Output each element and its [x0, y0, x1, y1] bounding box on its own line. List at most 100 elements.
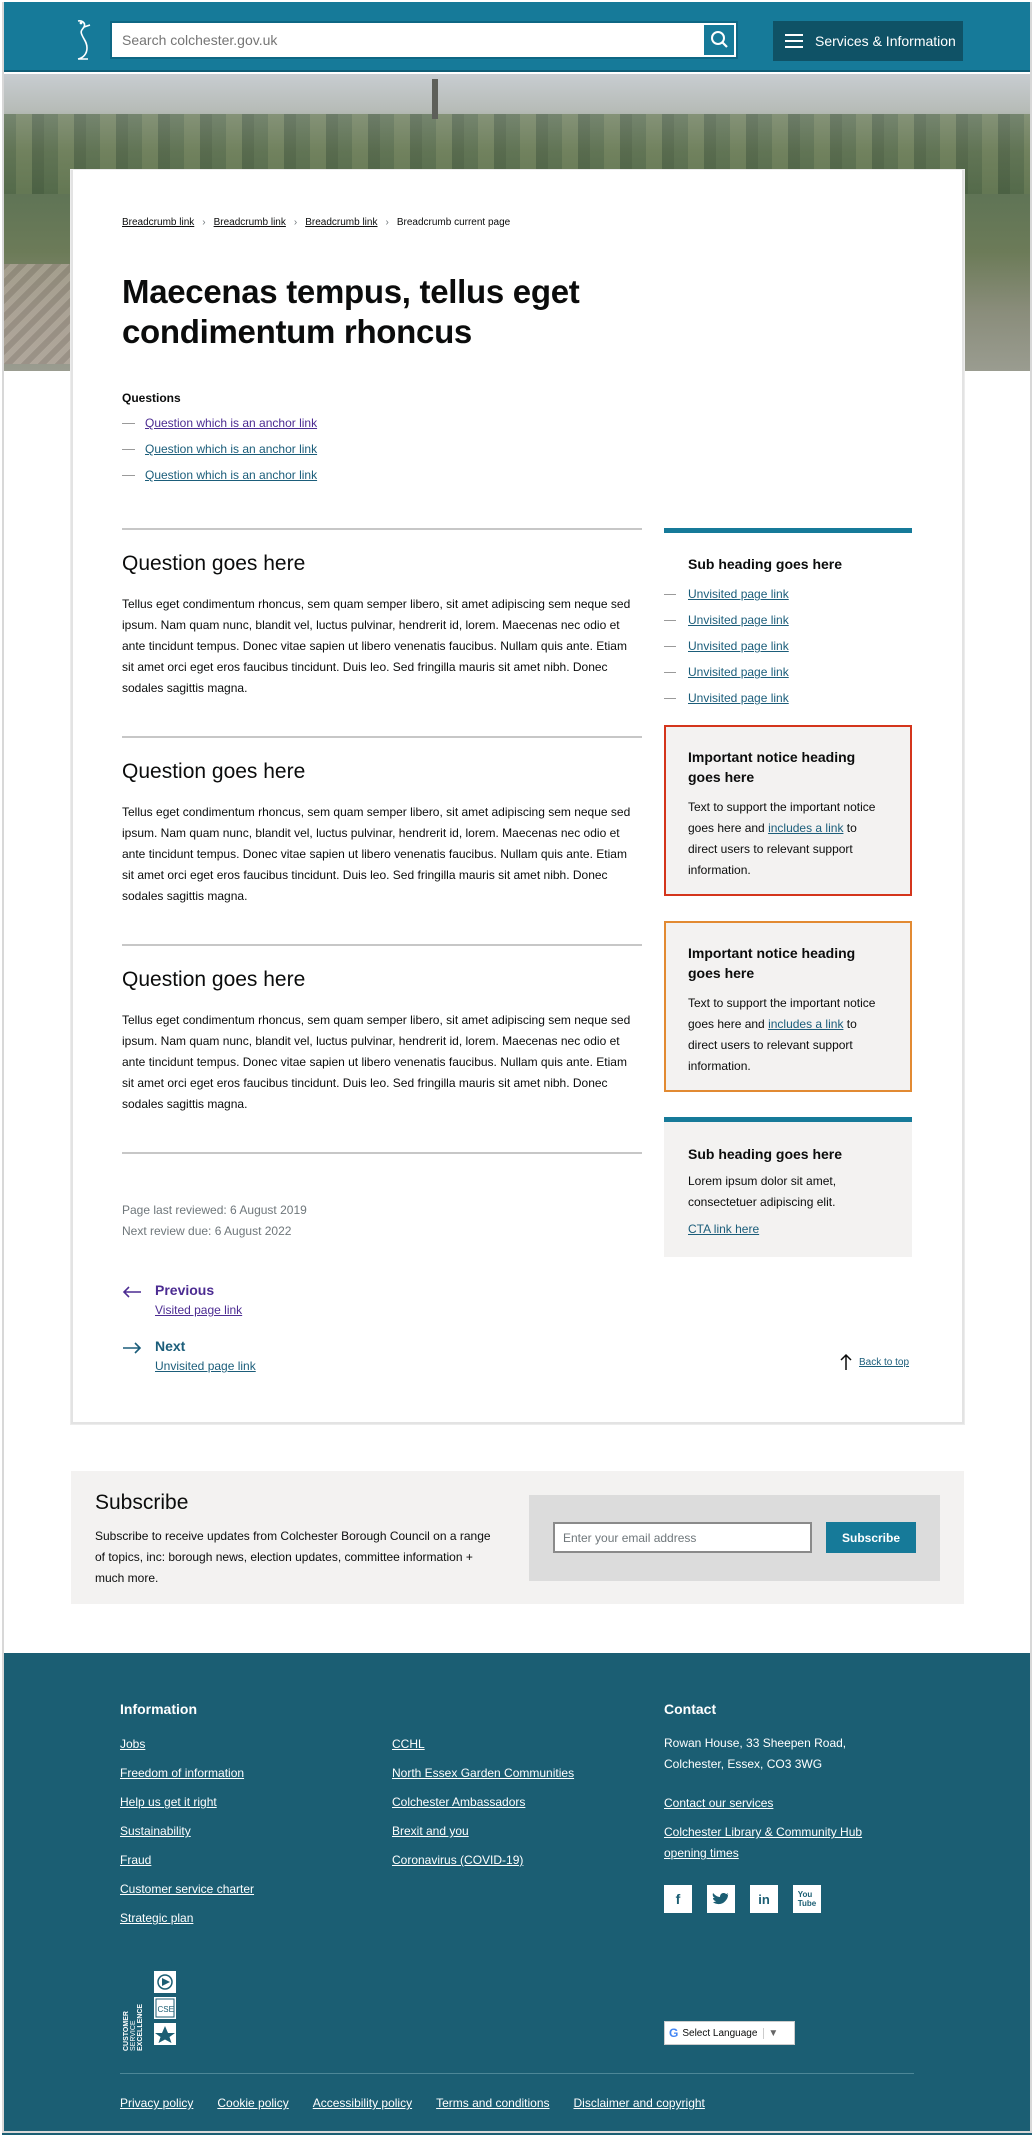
footer-link[interactable]: Colchester Library & Community Hub openi…: [664, 1825, 862, 1860]
question-body: Tellus eget condimentum rhoncus, sem qua…: [122, 1013, 631, 1111]
notice-link[interactable]: includes a link: [768, 821, 843, 835]
colchester-logo-icon[interactable]: [72, 18, 96, 62]
arrow-left-icon: [122, 1286, 141, 1298]
footer-link[interactable]: CCHL: [392, 1737, 425, 1751]
arrow-up-icon: [840, 1353, 852, 1370]
footer-link[interactable]: Sustainability: [120, 1824, 191, 1838]
page-title: Maecenas tempus, tellus eget condimentum…: [122, 273, 580, 350]
footer-link[interactable]: Fraud: [120, 1853, 151, 1867]
youtube-icon[interactable]: You Tube: [793, 1885, 821, 1913]
site-footer: Information Jobs Freedom of information …: [2, 1653, 1032, 2135]
sidebar-link[interactable]: Unvisited page link: [688, 613, 789, 627]
next-label: Next: [155, 1338, 186, 1354]
services-menu-button[interactable]: Services & Information: [773, 21, 963, 61]
question-heading: Question goes here: [122, 760, 306, 783]
sidebar-link[interactable]: Unvisited page link: [688, 691, 789, 705]
page-next-review: Next review due: 6 August 2022: [122, 1224, 292, 1238]
sidebar-link[interactable]: Unvisited page link: [688, 587, 789, 601]
chevron-down-icon: ▼: [763, 2027, 778, 2039]
footer-link[interactable]: Coronavirus (COVID-19): [392, 1853, 523, 1867]
footer-link[interactable]: Jobs: [120, 1737, 145, 1751]
breadcrumb: Breadcrumb link › Breadcrumb link › Brea…: [122, 217, 510, 228]
email-field[interactable]: [553, 1522, 812, 1553]
list-item: Unvisited page link: [664, 685, 789, 711]
social-links: f in You Tube: [664, 1885, 836, 1913]
sidebar-link[interactable]: Unvisited page link: [688, 639, 789, 653]
important-notice-amber: Important notice heading goes here Text …: [664, 921, 912, 1092]
site-header: Services & Information: [2, 2, 1032, 72]
breadcrumb-link[interactable]: Breadcrumb link: [214, 217, 286, 228]
footer-link[interactable]: Help us get it right: [120, 1795, 217, 1809]
subscribe-button[interactable]: Subscribe: [826, 1522, 916, 1553]
question-anchor-link[interactable]: Question which is an anchor link: [145, 468, 317, 482]
legal-link[interactable]: Privacy policy: [120, 2096, 193, 2110]
question-body: Tellus eget condimentum rhoncus, sem qua…: [122, 597, 631, 695]
notice-text: Text to support the important notice goe…: [688, 800, 876, 877]
facebook-icon[interactable]: f: [664, 1885, 692, 1913]
question-section: Question goes here Tellus eget condiment…: [122, 528, 642, 695]
footer-contact-links: Contact our services Colchester Library …: [664, 1793, 904, 1872]
footer-link[interactable]: North Essex Garden Communities: [392, 1766, 574, 1780]
question-anchor-link[interactable]: Question which is an anchor link: [145, 442, 317, 456]
google-icon: G: [669, 2026, 679, 2040]
search-icon: [711, 31, 728, 48]
next-page-link[interactable]: Unvisited page link: [155, 1359, 256, 1373]
notice-text: Text to support the important notice goe…: [688, 996, 876, 1073]
question-section: Question goes here Tellus eget condiment…: [122, 736, 642, 903]
divider: [122, 1152, 642, 1154]
question-anchor-link[interactable]: Question which is an anchor link: [145, 416, 317, 430]
breadcrumb-link[interactable]: Breadcrumb link: [305, 217, 377, 228]
sidebar-links-panel: Sub heading goes here Unvisited page lin…: [664, 528, 912, 718]
footer-link[interactable]: Contact our services: [664, 1796, 773, 1810]
list-item: Unvisited page link: [664, 607, 789, 633]
legal-link[interactable]: Terms and conditions: [436, 2096, 549, 2110]
important-notice-red: Important notice heading goes here Text …: [664, 725, 912, 896]
menu-icon: [785, 34, 803, 48]
list-item: Unvisited page link: [664, 633, 789, 659]
subscribe-panel: Subscribe Subscribe to receive updates f…: [71, 1471, 964, 1604]
footer-links-col-1: Jobs Freedom of information Help us get …: [120, 1737, 254, 1940]
footer-link[interactable]: Customer service charter: [120, 1882, 254, 1896]
breadcrumb-current: Breadcrumb current page: [396, 217, 511, 228]
footer-link[interactable]: Brexit and you: [392, 1824, 469, 1838]
question-body: Tellus eget condimentum rhoncus, sem qua…: [122, 805, 631, 903]
list-item: Question which is an anchor link: [122, 462, 317, 488]
legal-link[interactable]: Disclaimer and copyright: [574, 2096, 705, 2110]
cta-link[interactable]: CTA link here: [688, 1222, 759, 1236]
footer-link[interactable]: Freedom of information: [120, 1766, 244, 1780]
question-section: Question goes here Tellus eget condiment…: [122, 944, 642, 1111]
previous-page-link[interactable]: Visited page link: [155, 1303, 242, 1317]
back-to-top-link[interactable]: Back to top: [859, 1357, 909, 1368]
footer-info-heading: Information: [120, 1701, 197, 1717]
subscribe-text: Subscribe to receive updates from Colche…: [95, 1529, 491, 1585]
linkedin-icon[interactable]: in: [750, 1885, 778, 1913]
sidebar-link[interactable]: Unvisited page link: [688, 665, 789, 679]
footer-link[interactable]: Colchester Ambassadors: [392, 1795, 525, 1809]
search-input[interactable]: [112, 23, 700, 57]
svg-text:SERVICE: SERVICE: [130, 2020, 137, 2051]
language-select[interactable]: G Select Language ▼: [664, 2021, 795, 2045]
question-heading: Question goes here: [122, 968, 306, 991]
notice-link[interactable]: includes a link: [768, 1017, 843, 1031]
sidebar-link-list: Unvisited page link Unvisited page link …: [664, 581, 789, 711]
legal-link[interactable]: Cookie policy: [217, 2096, 288, 2110]
list-item: Unvisited page link: [664, 581, 789, 607]
twitter-icon[interactable]: [707, 1885, 735, 1913]
back-to-top[interactable]: Back to top: [839, 1353, 909, 1371]
page-last-reviewed: Page last reviewed: 6 August 2019: [122, 1203, 307, 1217]
services-menu-label: Services & Information: [815, 33, 956, 49]
language-select-label: Select Language: [682, 2027, 758, 2039]
svg-text:EXCELLENCE: EXCELLENCE: [137, 2004, 144, 2051]
question-heading: Question goes here: [122, 552, 306, 575]
search-button[interactable]: [704, 25, 734, 55]
subscribe-form: Subscribe: [529, 1495, 940, 1581]
breadcrumb-link[interactable]: Breadcrumb link: [122, 217, 194, 228]
cta-panel: Sub heading goes here Lorem ipsum dolor …: [664, 1117, 912, 1257]
previous-label: Previous: [155, 1282, 215, 1298]
legal-link[interactable]: Accessibility policy: [313, 2096, 412, 2110]
list-item: Question which is an anchor link: [122, 410, 317, 436]
subscribe-heading: Subscribe: [95, 1491, 189, 1514]
footer-link[interactable]: Strategic plan: [120, 1911, 193, 1925]
questions-list: Question which is an anchor link Questio…: [122, 410, 317, 488]
chevron-right-icon: ›: [293, 217, 298, 228]
